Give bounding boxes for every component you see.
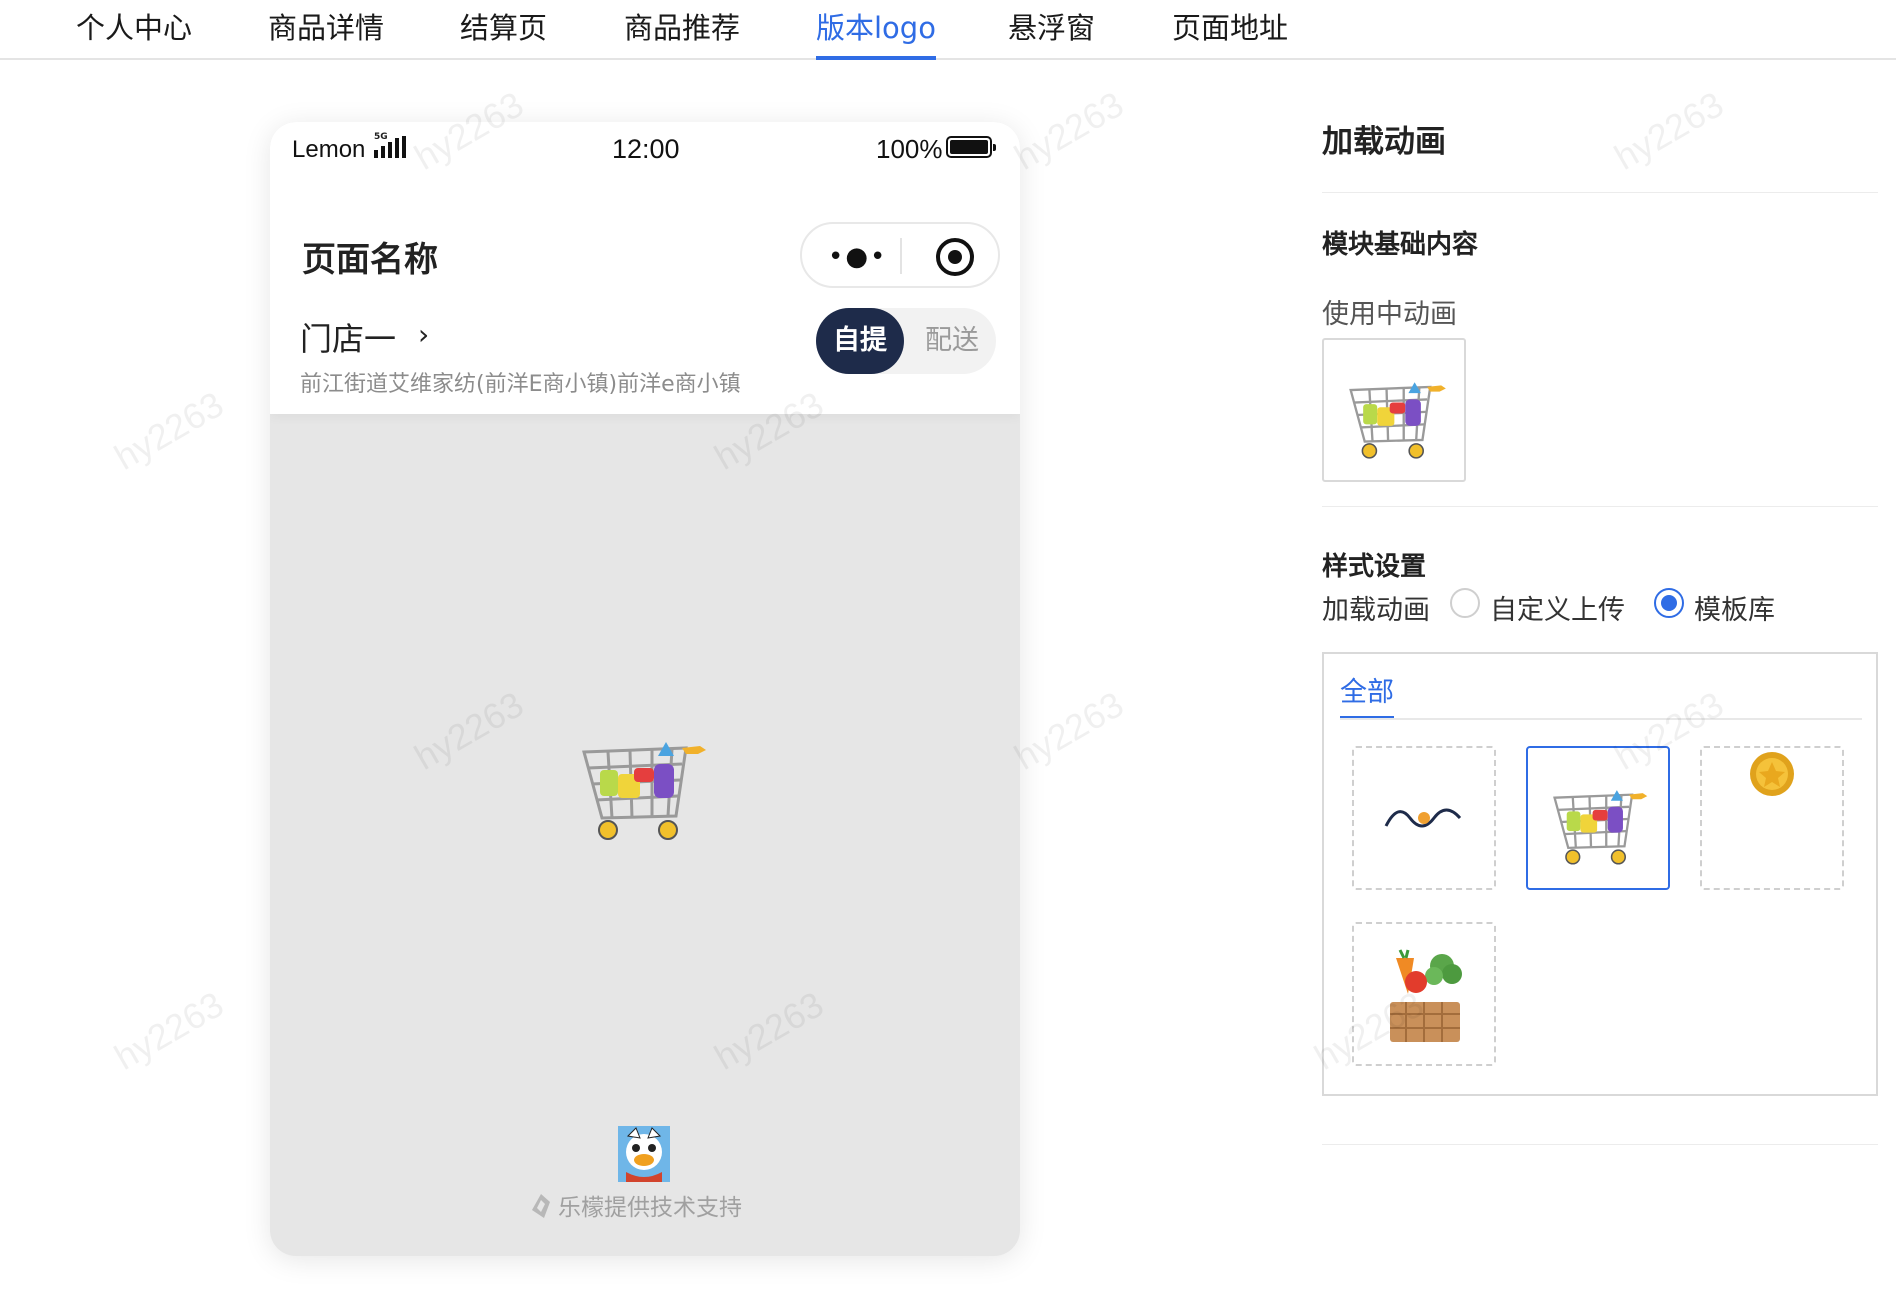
in-use-animation-preview — [1322, 338, 1466, 482]
watermark: hy2263 — [1007, 683, 1131, 778]
network-type: 5G — [374, 132, 388, 142]
tab-version-logo[interactable]: 版本logo — [816, 8, 936, 60]
gold-coin-icon — [1750, 752, 1794, 796]
shopping-cart-icon — [1349, 382, 1446, 459]
top-tab-bar: 个人中心 商品详情 结算页 商品推荐 版本logo 悬浮窗 页面地址 — [0, 0, 1896, 60]
watermark: hy2263 — [107, 983, 231, 1078]
store-name[interactable]: 门店一 — [300, 314, 396, 360]
powered-by-label: 乐檬提供技术支持 — [558, 1195, 742, 1221]
close-target-icon[interactable] — [936, 238, 974, 276]
radio-custom-upload-label[interactable]: 自定义上传 — [1490, 588, 1625, 627]
phone-preview: Lemon 5G 12:00 100% 页面名称 •●• 门店一 › 前江街道艾… — [270, 122, 1020, 1256]
mode-pickup-button[interactable]: 自提 — [816, 308, 904, 374]
store-address: 前江街道艾维家纺(前洋E商小镇)前洋e商小镇 — [300, 372, 741, 397]
divider — [1322, 192, 1878, 193]
carrier-name: Lemon — [292, 136, 366, 163]
mode-delivery-button[interactable]: 配送 — [916, 308, 988, 374]
tab-personal-center[interactable]: 个人中心 — [76, 8, 192, 58]
template-tile-cart[interactable] — [1526, 746, 1670, 890]
tab-checkout[interactable]: 结算页 — [460, 8, 547, 58]
tab-product-recommend[interactable]: 商品推荐 — [624, 8, 740, 58]
style-section-title: 样式设置 — [1322, 552, 1427, 582]
more-icon[interactable]: •●• — [828, 242, 887, 272]
mini-program-capsule: •●• — [800, 222, 1000, 288]
signal-icon: 5G — [374, 132, 406, 158]
vegetable-basket-icon — [1390, 949, 1462, 1042]
phone-header: Lemon 5G 12:00 100% 页面名称 •●• 门店一 › 前江街道艾… — [270, 122, 1020, 414]
watermark: hy2263 — [1007, 83, 1131, 178]
battery-percent: 100% — [876, 134, 943, 164]
divider — [1322, 1144, 1878, 1145]
lemon-logo-icon — [532, 1194, 550, 1218]
loading-animation-label: 加载动画 — [1322, 595, 1430, 626]
tab-all[interactable]: 全部 — [1340, 670, 1394, 720]
tab-product-detail[interactable]: 商品详情 — [268, 8, 384, 58]
battery-icon — [946, 136, 996, 158]
chevron-right-icon[interactable]: › — [418, 318, 429, 351]
basic-section-title: 模块基础内容 — [1322, 230, 1479, 260]
status-time: 12:00 — [612, 134, 680, 164]
in-use-animation-label: 使用中动画 — [1322, 299, 1457, 330]
tab-floating-window[interactable]: 悬浮窗 — [1008, 8, 1095, 58]
radio-custom-upload[interactable] — [1450, 588, 1480, 618]
watermark: hy2263 — [107, 383, 231, 478]
page-title: 页面名称 — [302, 240, 438, 280]
template-tile-wave[interactable] — [1352, 746, 1496, 890]
brand-mascot-icon — [618, 1126, 670, 1182]
template-tile-vegetables[interactable] — [1352, 922, 1496, 1066]
template-library: 全部 — [1322, 652, 1878, 1096]
radio-template-library-label[interactable]: 模板库 — [1694, 588, 1775, 627]
tab-underline — [1340, 718, 1862, 720]
radio-template-library[interactable] — [1654, 588, 1684, 618]
powered-by-text: 乐檬提供技术支持 — [532, 1188, 742, 1222]
divider — [1322, 506, 1878, 507]
shopping-cart-icon — [582, 742, 706, 840]
panel-title: 加载动画 — [1322, 124, 1446, 160]
delivery-mode-switch: 自提 配送 — [816, 308, 996, 374]
wave-dot-icon — [1384, 808, 1462, 828]
shopping-cart-icon — [1553, 790, 1648, 865]
capsule-divider — [900, 238, 902, 274]
template-tile-coin[interactable] — [1700, 746, 1844, 890]
watermark: hy2263 — [1607, 83, 1731, 178]
tab-page-address[interactable]: 页面地址 — [1172, 8, 1288, 58]
